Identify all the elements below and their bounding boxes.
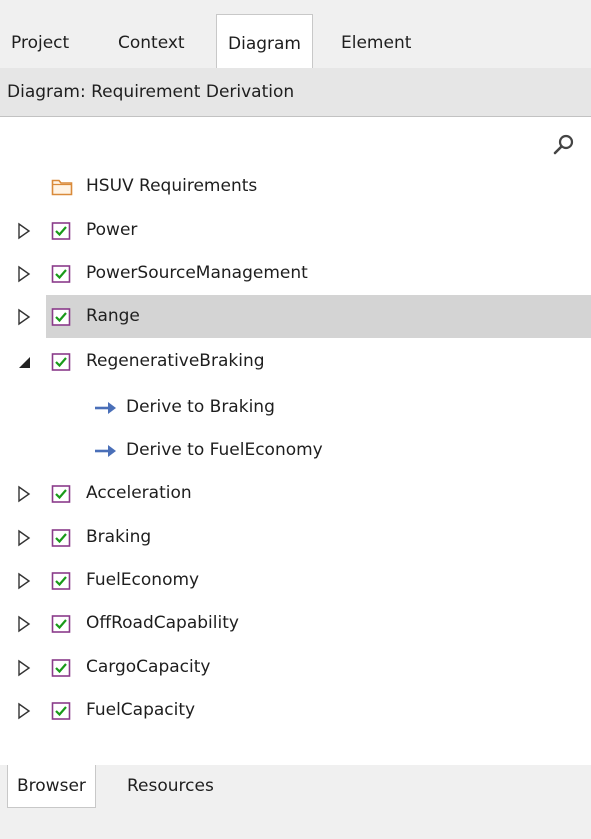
tab-browser[interactable]: Browser <box>7 765 96 808</box>
tree-item-label: Derive to FuelEconomy <box>126 440 323 460</box>
triangle-right-icon[interactable] <box>16 265 32 283</box>
tree-root-folder[interactable]: HSUV Requirements <box>0 165 591 208</box>
tree-item-power[interactable]: Power <box>0 209 591 252</box>
folder-icon <box>51 179 73 196</box>
requirement-check-icon <box>51 529 71 547</box>
requirement-check-icon <box>51 308 71 326</box>
tree-item-derive-braking[interactable]: Derive to Braking <box>0 386 591 429</box>
requirement-check-icon <box>51 485 71 503</box>
triangle-right-icon[interactable] <box>16 659 32 677</box>
tree-item-label: Braking <box>86 527 152 547</box>
triangle-right-icon[interactable] <box>16 485 32 503</box>
tree-item-fuelcapacity[interactable]: FuelCapacity <box>0 689 591 732</box>
tab-diagram[interactable]: Diagram <box>216 14 313 68</box>
tree-item-label: Power <box>86 220 138 240</box>
tree-item-label: RegenerativeBraking <box>86 351 265 371</box>
bottom-tab-bar: Browser Resources <box>0 765 591 839</box>
derive-arrow-icon <box>95 445 116 457</box>
tree-item-label: OffRoadCapability <box>86 613 239 633</box>
requirement-check-icon <box>51 572 71 590</box>
tree-item-acceleration[interactable]: Acceleration <box>0 472 591 515</box>
tab-project[interactable]: Project <box>0 14 80 68</box>
tree-item-offroadcapability[interactable]: OffRoadCapability <box>0 602 591 645</box>
tree-root-label: HSUV Requirements <box>86 176 258 196</box>
tree-item-powersourcemanagement[interactable]: PowerSourceManagement <box>0 252 591 295</box>
tree-item-label: PowerSourceManagement <box>86 263 308 283</box>
requirement-check-icon <box>51 659 71 677</box>
requirement-check-icon <box>51 353 71 371</box>
requirement-check-icon <box>51 702 71 720</box>
triangle-right-icon[interactable] <box>16 615 32 633</box>
derive-arrow-icon <box>95 402 116 414</box>
tree-item-range[interactable]: Range <box>0 295 591 338</box>
triangle-right-icon[interactable] <box>16 529 32 547</box>
tree-item-label: FuelEconomy <box>86 570 200 590</box>
top-tab-bar: Project Context Diagram Element <box>0 0 591 68</box>
triangle-right-icon[interactable] <box>16 222 32 240</box>
tab-element[interactable]: Element <box>330 14 422 68</box>
tree-item-label: CargoCapacity <box>86 657 211 677</box>
requirement-check-icon <box>51 265 71 283</box>
requirement-check-icon <box>51 222 71 240</box>
tab-context[interactable]: Context <box>107 14 196 68</box>
triangle-right-icon[interactable] <box>16 702 32 720</box>
tree-item-label: Acceleration <box>86 483 192 503</box>
tree-item-derive-fueleconomy[interactable]: Derive to FuelEconomy <box>0 429 591 472</box>
tab-resources[interactable]: Resources <box>118 765 223 808</box>
tree-item-braking[interactable]: Braking <box>0 516 591 559</box>
tree-item-regenerativebraking[interactable]: RegenerativeBraking <box>0 340 591 383</box>
search-button[interactable] <box>551 132 577 158</box>
tree-item-cargocapacity[interactable]: CargoCapacity <box>0 646 591 689</box>
requirement-check-icon <box>51 615 71 633</box>
triangle-down-icon[interactable] <box>16 353 32 371</box>
tree-item-label: Range <box>86 306 140 326</box>
search-icon <box>553 134 574 155</box>
diagram-title: Diagram: Requirement Derivation <box>7 82 295 102</box>
triangle-right-icon[interactable] <box>16 572 32 590</box>
diagram-header: Diagram: Requirement Derivation <box>0 68 591 117</box>
tree-item-label: FuelCapacity <box>86 700 196 720</box>
tree-item-label: Derive to Braking <box>126 397 275 417</box>
triangle-right-icon[interactable] <box>16 308 32 326</box>
tree-item-fueleconomy[interactable]: FuelEconomy <box>0 559 591 602</box>
